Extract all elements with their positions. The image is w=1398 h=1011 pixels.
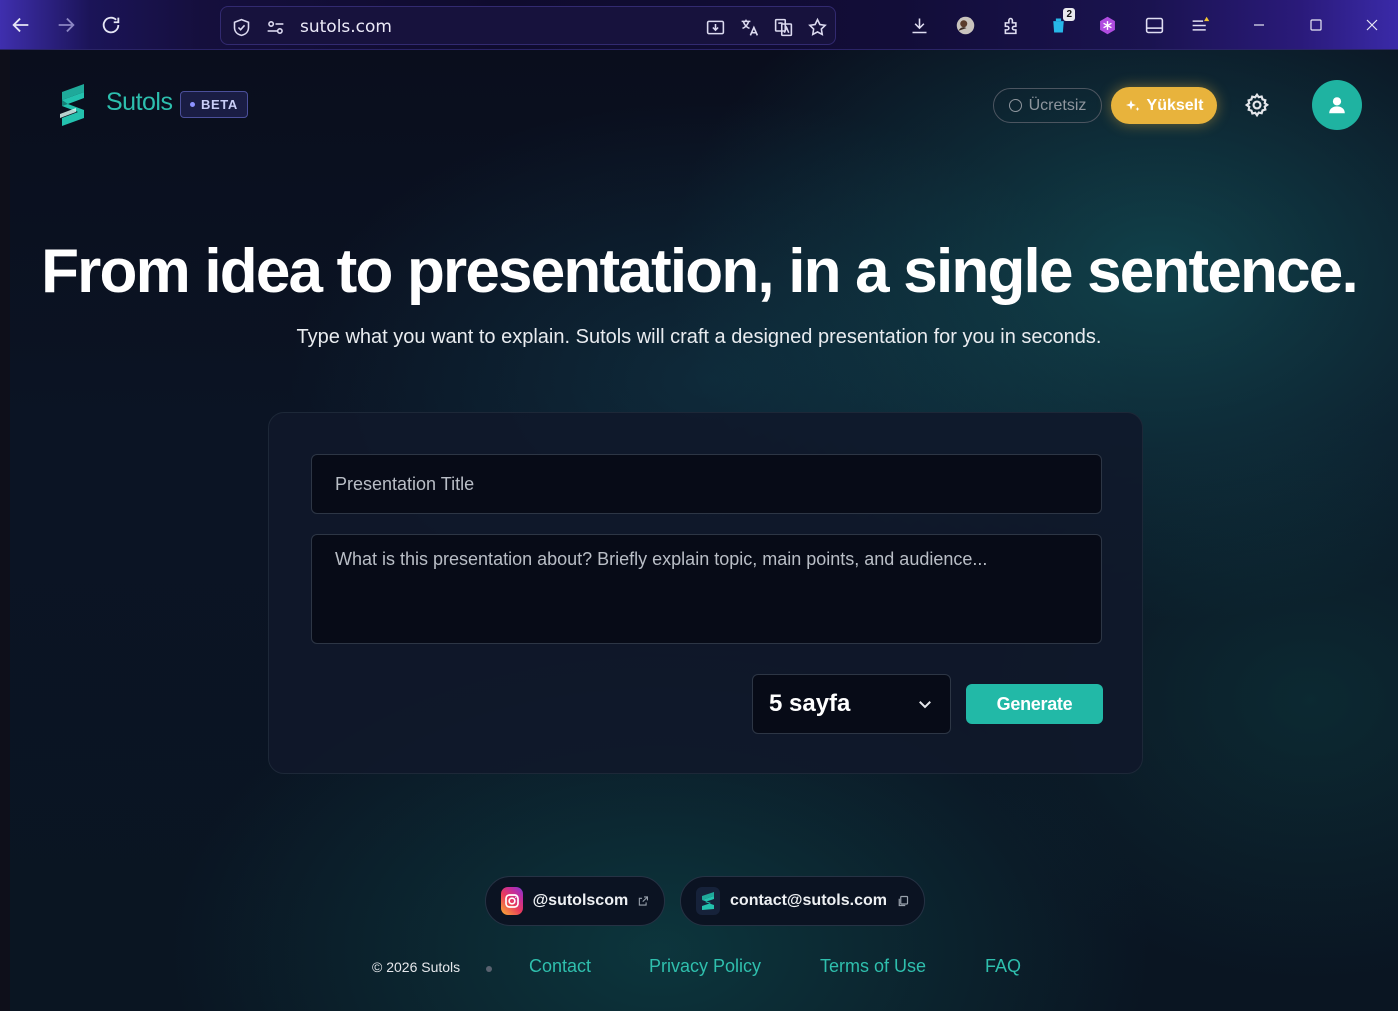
site-permissions-icon[interactable] bbox=[263, 15, 287, 39]
window-edge bbox=[0, 50, 10, 1011]
user-icon bbox=[1329, 97, 1345, 114]
downloads-icon[interactable] bbox=[906, 12, 932, 38]
presentation-title-input[interactable]: Presentation Title bbox=[311, 454, 1102, 514]
shield-icon[interactable] bbox=[229, 15, 253, 39]
beta-badge: BETA bbox=[180, 91, 248, 118]
instagram-icon bbox=[501, 887, 523, 915]
bookmark-star-icon[interactable] bbox=[805, 15, 829, 39]
menu-icon[interactable] bbox=[1187, 12, 1213, 38]
page-count-select[interactable]: 5 sayfa bbox=[752, 674, 951, 734]
plan-badge: Ücretsiz bbox=[993, 88, 1102, 123]
translate-icon[interactable] bbox=[737, 15, 761, 39]
chevron-down-icon bbox=[919, 701, 931, 709]
presentation-form: Presentation Title What is this presenta… bbox=[268, 412, 1143, 774]
settings-gear-icon[interactable] bbox=[1244, 92, 1270, 118]
hero-subtitle: Type what you want to explain. Sutols wi… bbox=[296, 326, 1102, 348]
email-contact[interactable]: contact@sutols.com bbox=[680, 876, 925, 926]
copyright: © 2026 Sutols bbox=[372, 959, 461, 975]
hero-title: From idea to presentation, in a single s… bbox=[41, 237, 1359, 306]
profile-extension-icon[interactable] bbox=[952, 12, 978, 38]
purple-extension-icon[interactable] bbox=[1094, 12, 1120, 38]
url-text[interactable]: sutols.com bbox=[300, 17, 392, 37]
browser-toolbar: sutols.com 2 bbox=[0, 0, 1398, 50]
generate-button[interactable]: Generate bbox=[966, 684, 1103, 724]
beta-dot bbox=[190, 102, 195, 107]
close-icon[interactable] bbox=[1344, 0, 1398, 50]
maximize-icon[interactable] bbox=[1288, 0, 1344, 50]
user-avatar-button[interactable] bbox=[1312, 80, 1362, 130]
forward-icon[interactable] bbox=[53, 12, 79, 38]
plan-label: Ücretsiz bbox=[1028, 96, 1087, 114]
sidebar-icon[interactable] bbox=[1141, 12, 1167, 38]
upgrade-button[interactable]: Yükselt bbox=[1111, 87, 1217, 124]
back-icon[interactable] bbox=[8, 12, 34, 38]
address-bar[interactable]: sutols.com bbox=[220, 6, 836, 45]
install-app-icon[interactable] bbox=[703, 15, 727, 39]
sutols-logo[interactable] bbox=[58, 82, 88, 128]
footer-link-terms[interactable]: Terms of Use bbox=[820, 956, 926, 977]
circle-icon bbox=[1008, 99, 1022, 112]
extensions-puzzle-icon[interactable] bbox=[998, 12, 1024, 38]
tabs-extension-icon[interactable]: 2 bbox=[1045, 8, 1075, 38]
copy-icon[interactable] bbox=[897, 894, 909, 908]
brand-name[interactable]: Sutols bbox=[106, 88, 173, 117]
minimize-icon[interactable] bbox=[1231, 0, 1287, 50]
page: Sutols BETA Ücretsiz Yükselt From idea t… bbox=[10, 50, 1398, 1011]
footer: © 2026 Sutols Contact Privacy Policy Ter… bbox=[10, 956, 1398, 980]
beta-label: BETA bbox=[201, 97, 238, 112]
extension-badge: 2 bbox=[1063, 8, 1075, 21]
footer-link-contact[interactable]: Contact bbox=[529, 956, 591, 977]
email-address: contact@sutols.com bbox=[730, 892, 887, 909]
footer-separator bbox=[486, 966, 492, 972]
description-placeholder: What is this presentation about? Briefly… bbox=[335, 549, 988, 569]
instagram-link[interactable]: @sutolscom bbox=[485, 876, 665, 926]
sparkles-icon bbox=[1125, 99, 1140, 111]
title-placeholder: Presentation Title bbox=[335, 473, 475, 494]
page-count-value: 5 sayfa bbox=[769, 690, 851, 717]
footer-link-privacy[interactable]: Privacy Policy bbox=[649, 956, 761, 977]
reload-icon[interactable] bbox=[98, 12, 124, 38]
external-link-icon bbox=[639, 896, 649, 906]
page-translate-icon[interactable] bbox=[771, 15, 795, 39]
presentation-description-textarea[interactable]: What is this presentation about? Briefly… bbox=[311, 534, 1102, 644]
upgrade-label: Yükselt bbox=[1146, 96, 1204, 114]
instagram-handle: @sutolscom bbox=[532, 892, 629, 909]
sutols-mini-logo-icon bbox=[696, 887, 721, 915]
footer-link-faq[interactable]: FAQ bbox=[985, 956, 1021, 977]
